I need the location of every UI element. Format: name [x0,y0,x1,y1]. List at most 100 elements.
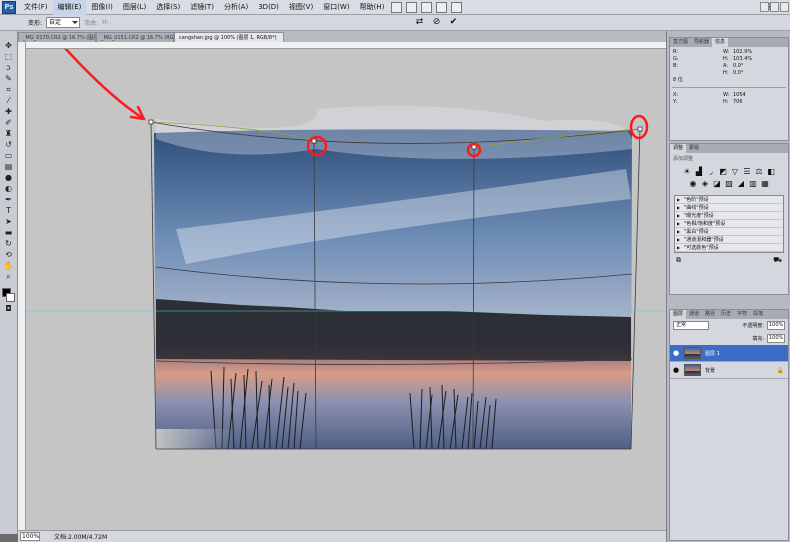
vibrance-icon[interactable]: ▽ [730,167,740,177]
hand-tool-icon[interactable] [421,1,433,13]
lasso-tool-icon[interactable]: ↄ [2,63,15,73]
minimize-button[interactable] [760,2,769,12]
marquee-tool-icon[interactable]: ⬚ [2,52,15,62]
menu-edit[interactable]: 编辑(E) [52,0,87,15]
healing-tool-icon[interactable]: ✚ [2,107,15,117]
arrange-docs-icon[interactable] [436,1,448,13]
quick-mask-icon[interactable]: ◘ [2,304,15,314]
photo-filter-icon[interactable]: ◉ [688,179,698,189]
tab-paths[interactable]: 路径 [702,310,718,319]
type-tool-icon[interactable]: T [2,206,15,216]
window-controls [760,2,789,12]
eye-icon[interactable]: ● [672,366,680,374]
warp-style-select[interactable]: 自定 [46,17,81,28]
maximize-button[interactable] [770,2,779,12]
opacity-field[interactable]: 100% [767,321,785,330]
warp-handle-tr[interactable] [637,126,643,132]
stamp-tool-icon[interactable]: ♜ [2,129,15,139]
menu-select[interactable]: 选择(S) [151,0,185,15]
doc-tab-active[interactable]: cangshan.jpg @ 100% (图层 1, RGB/8*) [174,32,284,42]
menu-help[interactable]: 帮助(H) [355,0,390,15]
move-tool-icon[interactable]: ✥ [2,41,15,51]
preset-exposure[interactable]: "曝光度"预设 [675,212,783,220]
expand-view-icon[interactable]: ⛟ [773,256,782,265]
clip-layer-icon[interactable]: ⧉ [676,256,681,265]
preset-channel-mixer[interactable]: "通道混和器"预设 [675,236,783,244]
switch-warp-icon[interactable]: ⇄ [414,17,425,28]
screen-mode-icon[interactable] [451,1,463,13]
eyedropper-tool-icon[interactable]: ⁄ [2,96,15,106]
menu-view[interactable]: 视图(V) [284,0,318,15]
cancel-transform-icon[interactable]: ⊘ [431,17,442,28]
tab-paragraph[interactable]: 段落 [750,310,766,319]
tab-histogram[interactable]: 直方图 [670,38,691,47]
crop-tool-icon[interactable]: ⌗ [2,85,15,95]
selective-color-icon[interactable]: ▦ [760,179,770,189]
channel-mixer-icon[interactable]: ◈ [700,179,710,189]
tab-navigator[interactable]: 导航器 [691,38,712,47]
preset-hue-sat[interactable]: "色相/饱和度"预设 [675,220,783,228]
brightness-icon[interactable]: ☀ [682,167,692,177]
gradient-map-icon[interactable]: ▥ [748,179,758,189]
tab-masks[interactable]: 蒙版 [686,144,702,153]
hue-sat-icon[interactable]: ☰ [742,167,752,177]
path-select-icon[interactable]: ➤ [2,217,15,227]
eye-icon[interactable]: ● [672,349,680,357]
black-white-icon[interactable]: ◧ [766,167,776,177]
layer-row-background[interactable]: ● 背景 🔒 [670,362,788,379]
menu-analysis[interactable]: 分析(A) [219,0,253,15]
exposure-icon[interactable]: ◩ [718,167,728,177]
blur-tool-icon[interactable]: ● [2,173,15,183]
hand-tool-icon[interactable]: ✋ [2,261,15,271]
blend-mode-select[interactable]: 正常 [673,321,709,330]
tab-adjustments[interactable]: 调整 [670,144,687,153]
preset-selective-color[interactable]: "可选颜色"预设 [675,244,783,252]
3d-orbit-icon[interactable]: ⟲ [2,250,15,260]
shape-tool-icon[interactable]: ▬ [2,228,15,238]
quick-select-tool-icon[interactable]: ✎ [2,74,15,84]
history-brush-icon[interactable]: ↺ [2,140,15,150]
bridge-icon[interactable] [391,1,403,13]
menu-image[interactable]: 图像(I) [86,0,118,15]
commit-transform-icon[interactable]: ✔ [448,17,459,28]
canvas[interactable] [26,49,666,530]
background-color[interactable] [6,293,15,302]
menu-window[interactable]: 窗口(W) [318,0,354,15]
preset-black-white[interactable]: "黑白"预设 [675,228,783,236]
close-button[interactable] [780,2,789,12]
zoom-tool-icon[interactable]: ⌕ [2,272,15,282]
layer-row-1[interactable]: ● 图层 1 [670,345,788,362]
posterize-icon[interactable]: ▨ [724,179,734,189]
eraser-tool-icon[interactable]: ▭ [2,151,15,161]
curves-icon[interactable]: ◞ [706,167,716,177]
tab-info[interactable]: 信息 [712,38,729,47]
tab-layers[interactable]: 图层 [670,310,687,319]
menu-layer[interactable]: 图层(L) [118,0,151,15]
brush-tool-icon[interactable]: ✐ [2,118,15,128]
threshold-icon[interactable]: ◢ [736,179,746,189]
color-swatches[interactable] [1,287,16,303]
warp-handle-tl[interactable] [148,119,154,125]
preset-curves[interactable]: "曲线"预设 [675,204,783,212]
tab-channels[interactable]: 通道 [686,310,702,319]
levels-icon[interactable]: ▟ [694,167,704,177]
doc-tab-2[interactable]: _MG_0151.CR2 @ 16.7% (RGB/16*) [96,32,174,42]
color-balance-icon[interactable]: ⚖ [754,167,764,177]
doc-tab-1[interactable]: _MG_0170.CR2 @ 16.7% (图层 1, RGB/16*) [18,32,96,42]
3d-rotate-icon[interactable]: ↻ [2,239,15,249]
zoom-level-icon[interactable] [406,1,418,13]
zoom-field[interactable]: 100% [20,532,40,541]
gradient-tool-icon[interactable]: ▤ [2,162,15,172]
doc-size[interactable]: 文档:2.00M/4.72M [54,532,107,541]
menu-file[interactable]: 文件(F) [19,0,53,15]
dodge-tool-icon[interactable]: ◐ [2,184,15,194]
fill-field[interactable]: 100% [767,334,785,343]
menu-3d[interactable]: 3D(D) [253,0,284,15]
warp-handle-t2[interactable] [471,144,477,150]
pen-tool-icon[interactable]: ✒ [2,195,15,205]
preset-levels[interactable]: "色阶"预设 [675,196,783,204]
menu-filter[interactable]: 滤镜(T) [185,0,219,15]
tab-character[interactable]: 字符 [734,310,750,319]
tab-history[interactable]: 历史 [718,310,734,319]
invert-icon[interactable]: ◪ [712,179,722,189]
